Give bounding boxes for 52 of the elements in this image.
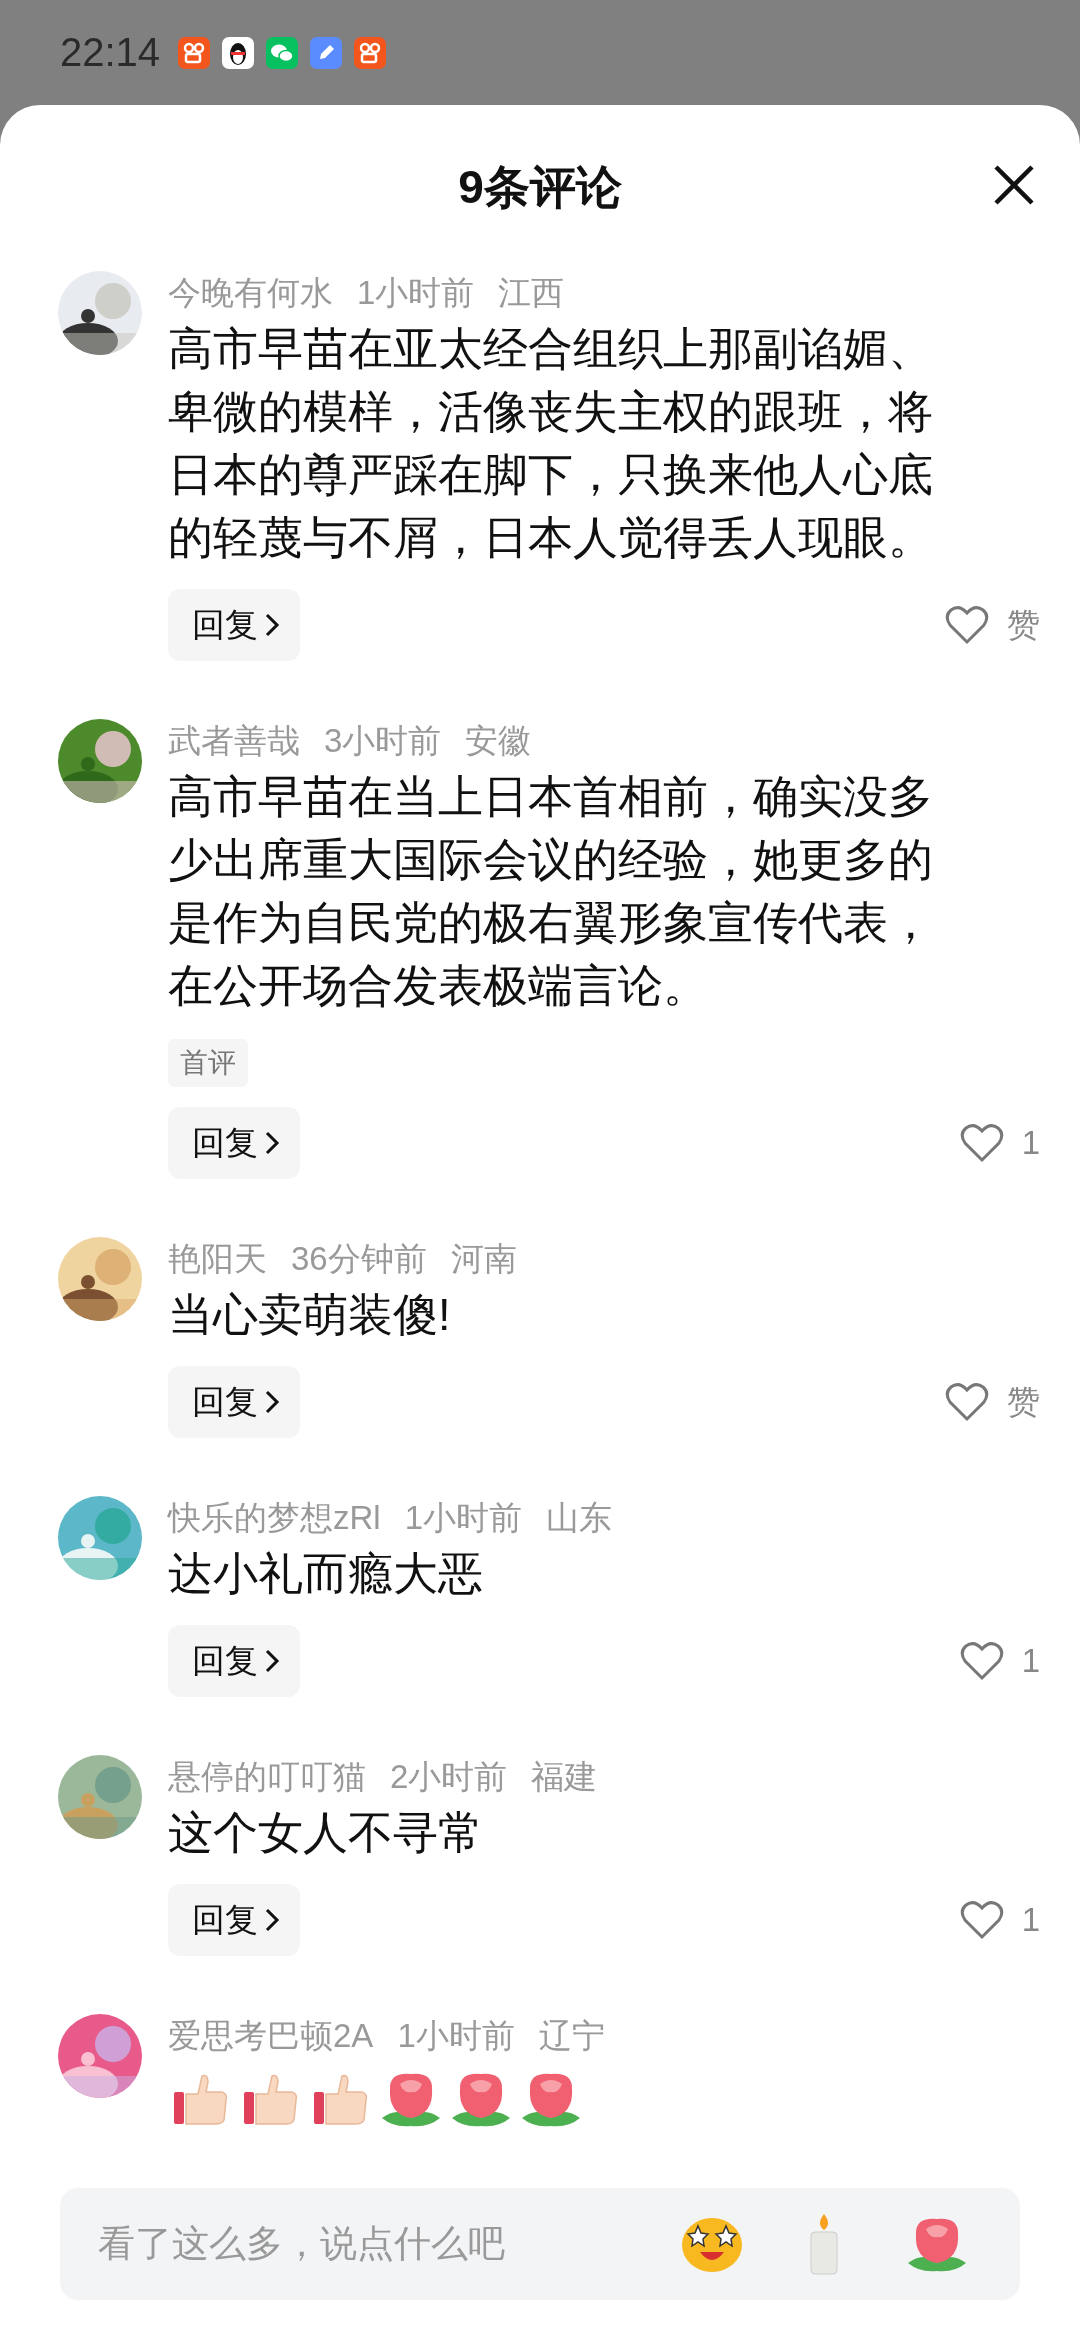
- username[interactable]: 武者善哉: [168, 718, 300, 764]
- like-button[interactable]: 赞: [945, 1379, 1040, 1425]
- comment-text: 达小礼而瘾大恶: [168, 1547, 484, 1601]
- comment-region: 江西: [498, 272, 565, 313]
- chevron-right-icon: [264, 1389, 280, 1415]
- reply-button[interactable]: 回复: [168, 589, 300, 661]
- comment-time: 1小时前: [397, 2015, 515, 2056]
- reply-button[interactable]: 回复: [168, 1625, 300, 1697]
- chevron-right-icon: [264, 1648, 280, 1674]
- camera-icon: [178, 36, 211, 69]
- reply-button[interactable]: 回复: [168, 1366, 300, 1438]
- comment-region: 安徽: [465, 720, 532, 761]
- like-button[interactable]: 1: [959, 1641, 1040, 1681]
- like-button[interactable]: 赞: [945, 602, 1040, 648]
- comment-input[interactable]: 看了这么多，说点什么吧: [96, 2222, 680, 2266]
- first-comment-tag: 首评: [168, 1039, 248, 1087]
- pen-icon: [310, 36, 343, 69]
- chevron-right-icon: [264, 1130, 280, 1156]
- heart-icon: [959, 1641, 1004, 1681]
- comment-time: 2小时前: [390, 1756, 508, 1797]
- comment-time: 1小时前: [404, 1497, 523, 1538]
- chevron-right-icon: [264, 1907, 280, 1933]
- camera-icon: [354, 36, 387, 69]
- reply-button[interactable]: 回复: [168, 1107, 300, 1179]
- username[interactable]: 艳阳天: [168, 1236, 267, 1282]
- comment-text: 这个女人不寻常: [168, 1806, 484, 1860]
- comment-text: 高市早苗在当上日本首相前，确实没多少出席重大国际会议的经验，她更多的是作为自民党的极右翼形象宣传代表，在公开场合发表极端言论。: [168, 770, 934, 1013]
- chat-icon: [266, 36, 299, 69]
- like-button[interactable]: 1: [959, 1900, 1040, 1940]
- sheet-title: 9条评论: [458, 160, 622, 215]
- like-button[interactable]: 1: [959, 1123, 1040, 1163]
- heart-icon: [959, 1900, 1004, 1940]
- comment-region: 辽宁: [538, 2015, 605, 2056]
- heart-icon: [945, 605, 989, 645]
- username[interactable]: 快乐的梦想zRl: [168, 1495, 381, 1541]
- comment-region: 山东: [546, 1497, 613, 1538]
- comment-time: 1小时前: [357, 272, 475, 313]
- penguin-icon: [222, 36, 255, 69]
- comment-time: 36分钟前: [291, 1238, 427, 1279]
- comment-time: 3小时前: [324, 720, 442, 761]
- comment-text: 高市早苗在亚太经合组织上那副谄媚、卑微的模样，活像丧失主权的跟班，将日本的尊严踩在脚下，只换来他人心底的轻蔑与不屑，日本人觉得丢人现眼。: [168, 322, 934, 565]
- comment-region: 河南: [450, 1238, 517, 1279]
- username[interactable]: 今晚有何水: [168, 270, 333, 316]
- chevron-right-icon: [264, 612, 280, 638]
- comment-text: 当心卖萌装傻!: [168, 1288, 452, 1342]
- heart-icon: [945, 1382, 989, 1422]
- reply-button[interactable]: 回复: [168, 1884, 300, 1956]
- comment-region: 福建: [531, 1756, 598, 1797]
- status-time: 22:14: [60, 30, 161, 75]
- heart-icon: [959, 1123, 1004, 1163]
- username[interactable]: 爱思考巴顿2A: [168, 2013, 374, 2059]
- username[interactable]: 悬停的叮叮猫: [168, 1754, 366, 1800]
